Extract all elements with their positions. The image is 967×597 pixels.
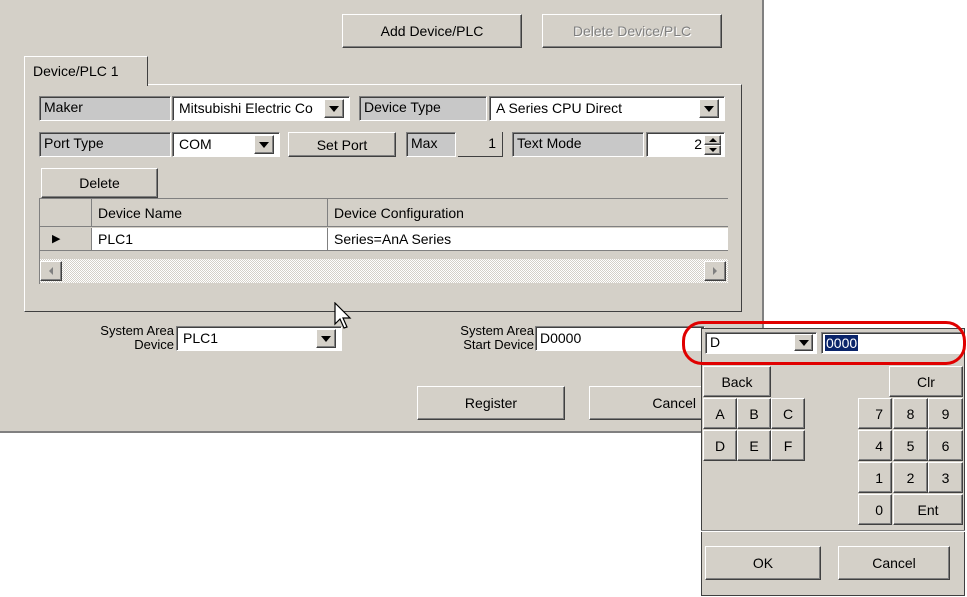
text-mode-spinner[interactable]: 2 [646, 132, 725, 157]
keypad-key-2[interactable]: 2 [893, 462, 928, 493]
chevron-down-icon [259, 141, 269, 148]
system-area-device-value: PLC1 [183, 330, 219, 346]
port-type-dropdown-button[interactable] [254, 135, 274, 154]
keypad-key-9[interactable]: 9 [928, 398, 963, 429]
device-type-label: Device Type [359, 96, 487, 121]
table-row[interactable]: ▶ PLC1 Series=AnA Series [40, 228, 728, 251]
scroll-left-button[interactable] [40, 261, 62, 281]
arrow-right-icon [713, 267, 717, 275]
keypad-back-button[interactable]: Back [703, 366, 771, 397]
keypad-key-1[interactable]: 1 [858, 462, 892, 493]
spin-up-icon [708, 138, 717, 142]
system-area-device-label: System Area Device [86, 324, 174, 352]
delete-device-button[interactable]: Delete Device/PLC [542, 14, 722, 48]
port-type-value: COM [179, 136, 212, 152]
keypad-key-0[interactable]: 0 [858, 494, 892, 525]
tab-label: Device/PLC 1 [33, 63, 119, 79]
system-area-device-dropdown-button[interactable] [316, 329, 336, 348]
keypad-key-a[interactable]: A [703, 398, 737, 429]
system-area-start-value: D0000 [540, 330, 582, 346]
horizontal-scrollbar[interactable] [40, 259, 728, 283]
system-area-start-label-line1: System Area [460, 323, 534, 338]
column-device-name[interactable]: Device Name [92, 199, 328, 227]
tab-device-plc-1[interactable]: Device/PLC 1 [24, 56, 148, 86]
highlight-callout [682, 321, 966, 365]
spinner-up-button[interactable] [704, 135, 721, 145]
system-area-device-label-line1: System Area [100, 323, 174, 338]
cancel-label: Cancel [652, 395, 696, 411]
keypad-key-e[interactable]: E [737, 430, 771, 461]
chevron-down-icon [329, 105, 339, 112]
keypad-key-8[interactable]: 8 [893, 398, 928, 429]
arrow-left-icon [49, 267, 53, 275]
device-type-dropdown-button[interactable] [699, 99, 719, 118]
max-value: 1 [458, 132, 503, 157]
keypad-clr-button[interactable]: Clr [889, 366, 963, 397]
system-area-start-label-line2: Start Device [463, 337, 534, 352]
device-table: Device Name Device Configuration ▶ PLC1 … [39, 198, 728, 284]
device-type-select[interactable]: A Series CPU Direct [489, 96, 725, 121]
max-label: Max [406, 132, 456, 157]
port-type-label: Port Type [39, 132, 171, 157]
mouse-cursor-icon [334, 302, 352, 329]
system-area-start-input[interactable]: D0000 [535, 326, 705, 351]
port-type-select[interactable]: COM [172, 132, 280, 157]
keypad-cancel-button[interactable]: Cancel [838, 546, 950, 580]
system-area-device-label-line2: Device [134, 337, 174, 352]
cell-device-name[interactable]: PLC1 [92, 228, 328, 251]
spinner-down-button[interactable] [704, 145, 721, 155]
text-mode-label: Text Mode [512, 132, 644, 157]
max-number: 1 [488, 135, 496, 151]
text-mode-value: 2 [694, 136, 702, 152]
chevron-down-icon [321, 335, 331, 342]
keypad-key-3[interactable]: 3 [928, 462, 963, 493]
keypad-key-c[interactable]: C [771, 398, 805, 429]
keypad-key-5[interactable]: 5 [893, 430, 928, 461]
chevron-down-icon [704, 105, 714, 112]
system-area-start-label: System Area Start Device [446, 324, 534, 352]
add-device-button[interactable]: Add Device/PLC [342, 14, 522, 48]
keypad-ent-button[interactable]: Ent [893, 494, 963, 525]
keypad-ok-button[interactable]: OK [705, 546, 821, 580]
keypad-key-7[interactable]: 7 [858, 398, 892, 429]
header-row: Device Name Device Configuration [40, 199, 728, 227]
keypad-key-4[interactable]: 4 [858, 430, 892, 461]
maker-label: Maker [39, 96, 171, 121]
maker-dropdown-button[interactable] [324, 99, 344, 118]
column-device-configuration[interactable]: Device Configuration [328, 199, 728, 227]
set-port-button[interactable]: Set Port [288, 132, 396, 157]
keypad-separator [701, 530, 965, 532]
device-type-value: A Series CPU Direct [496, 100, 623, 116]
row-header-corner [40, 199, 92, 227]
keypad-key-b[interactable]: B [737, 398, 771, 429]
register-button[interactable]: Register [417, 386, 565, 420]
system-area-device-select[interactable]: PLC1 [176, 326, 342, 351]
keypad-key-f[interactable]: F [771, 430, 805, 461]
scroll-right-button[interactable] [704, 261, 726, 281]
maker-value: Mitsubishi Electric Co [179, 100, 313, 116]
cell-device-configuration[interactable]: Series=AnA Series [328, 228, 728, 251]
keypad-key-6[interactable]: 6 [928, 430, 963, 461]
delete-button[interactable]: Delete [41, 168, 158, 198]
spin-down-icon [708, 148, 717, 152]
maker-select[interactable]: Mitsubishi Electric Co [172, 96, 350, 121]
row-marker: ▶ [40, 228, 92, 251]
keypad-key-d[interactable]: D [703, 430, 737, 461]
